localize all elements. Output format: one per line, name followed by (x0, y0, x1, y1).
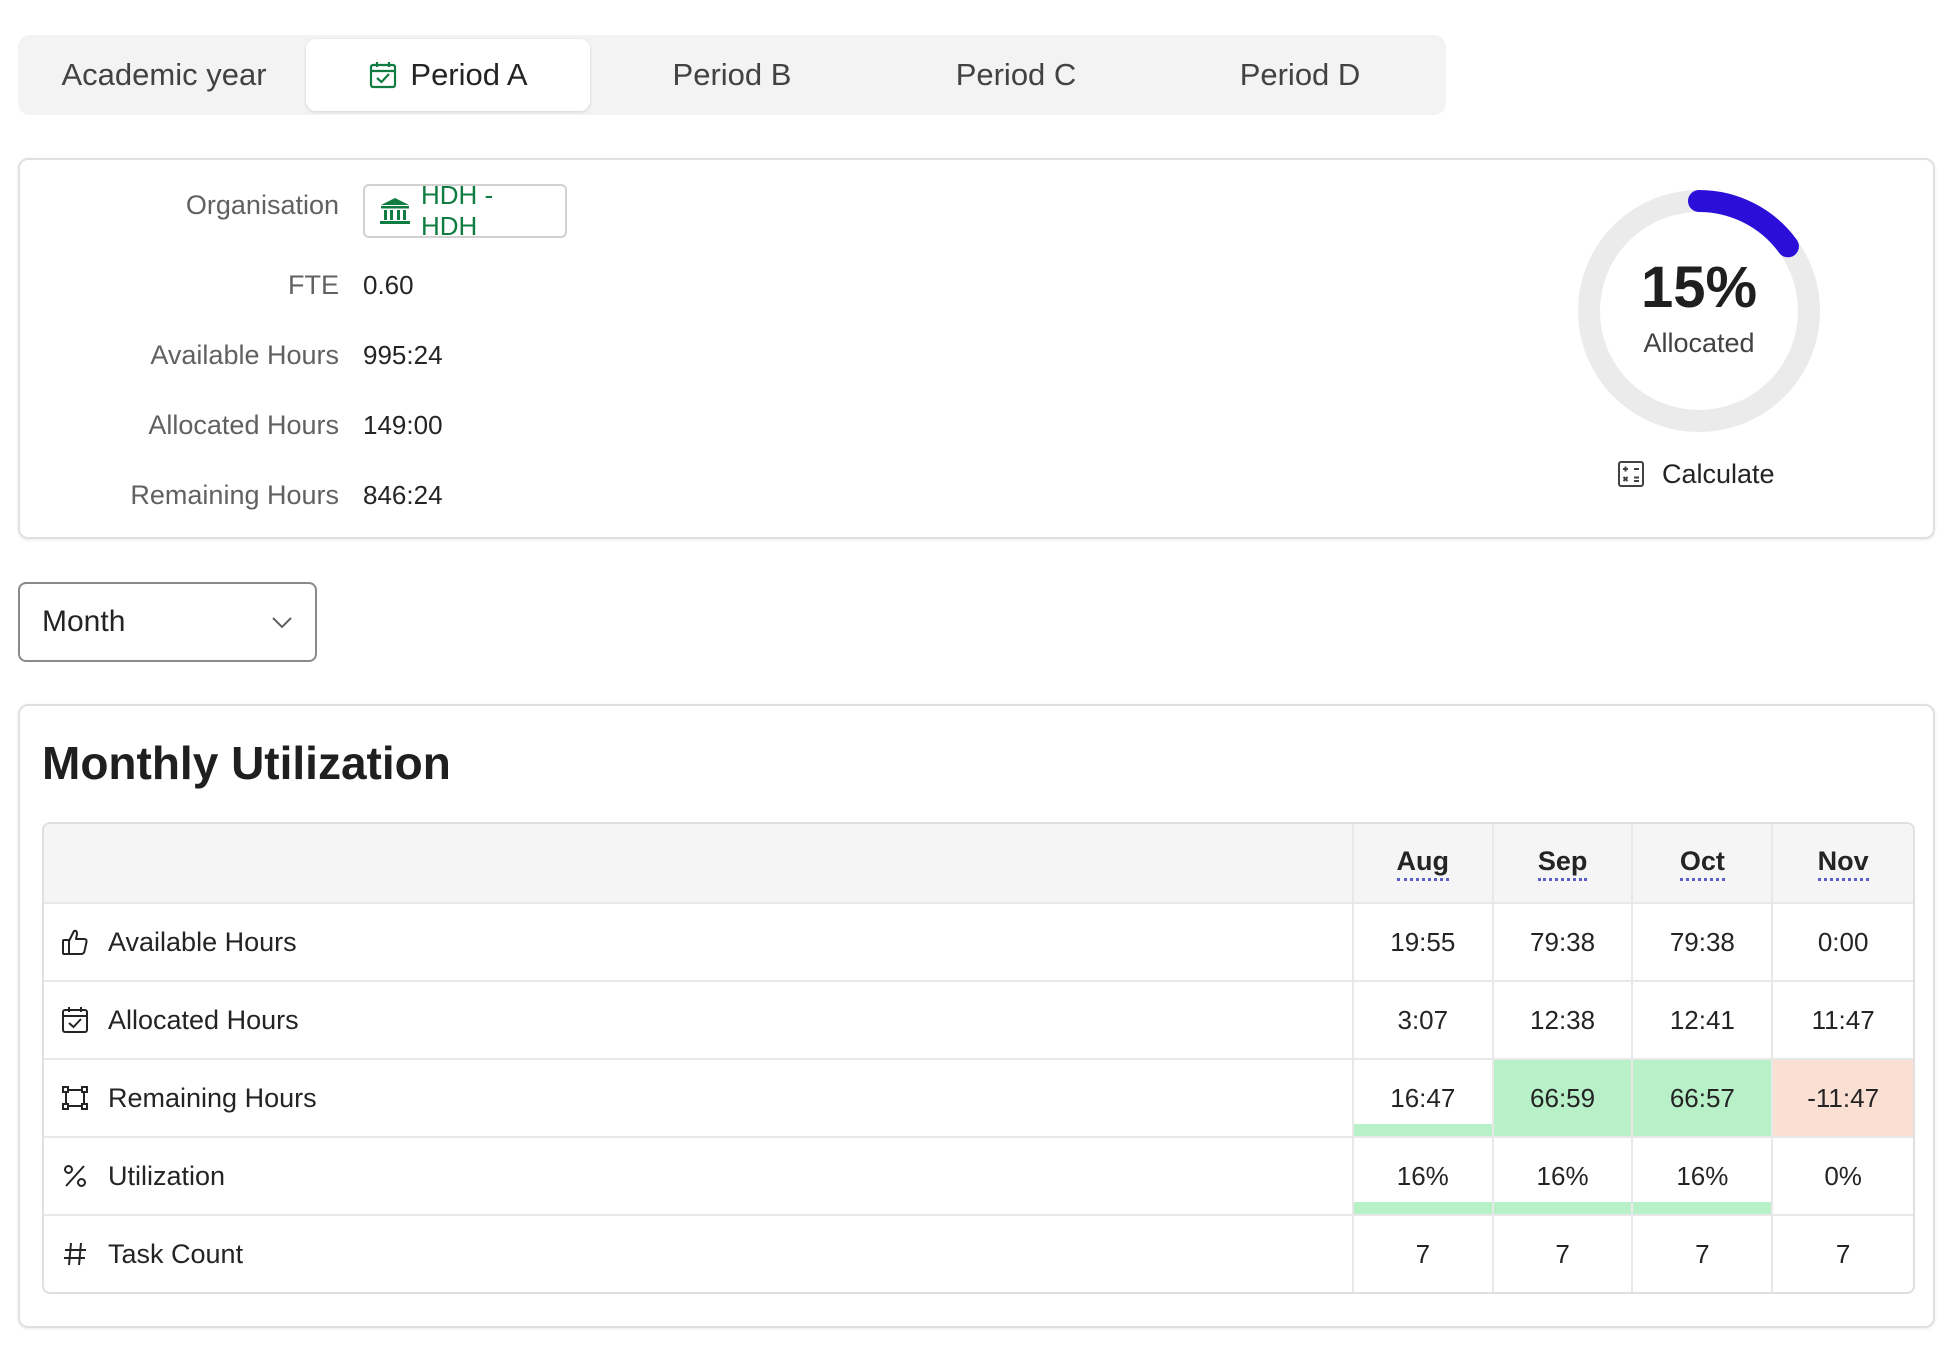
header-label-cell (44, 824, 1354, 902)
month-header-nov[interactable]: Nov (1773, 824, 1913, 902)
table-header-row: Aug Sep Oct Nov (44, 824, 1913, 902)
fte-value: 0.60 (363, 270, 414, 300)
monthly-utilization-card: Monthly Utilization Aug Sep Oct Nov Avai… (18, 704, 1935, 1328)
organisation-value: HDH - HDH (421, 180, 494, 241)
fte-label: FTE (288, 270, 339, 300)
tab-period-d[interactable]: Period D (1158, 39, 1442, 111)
table-row: Utilization 16% 16% 16% 0% (44, 1136, 1913, 1214)
granularity-selected: Month (42, 605, 126, 638)
row-label-available-hours: Available Hours (44, 904, 1354, 980)
row-label-remaining-hours: Remaining Hours (44, 1060, 1354, 1136)
thumbs-up-icon (60, 927, 90, 957)
month-header-oct[interactable]: Oct (1633, 824, 1774, 902)
cell-allocated-aug: 3:07 (1354, 982, 1494, 1058)
allocated-label: Allocated (1643, 328, 1755, 358)
cell-utilization-sep: 16% (1493, 1138, 1634, 1214)
cell-available-oct: 79:38 (1633, 904, 1774, 980)
calculate-button[interactable]: Calculate (1616, 452, 1775, 496)
cell-remaining-sep: 66:59 (1493, 1060, 1634, 1136)
period-summary-card: Organisation HDH - HDH FTE 0.60 Availabl… (18, 158, 1935, 539)
available-hours-label: Available Hours (150, 340, 339, 370)
remaining-hours-value: 846:24 (363, 480, 443, 510)
row-label-allocated-hours: Allocated Hours (44, 982, 1354, 1058)
granularity-dropdown[interactable]: Month (18, 582, 317, 662)
cell-utilization-aug: 16% (1353, 1138, 1494, 1214)
allocated-percent: 15% (1640, 255, 1758, 320)
cell-allocated-oct: 12:41 (1633, 982, 1774, 1058)
calculator-icon (1616, 459, 1646, 489)
tab-academic-year[interactable]: Academic year (22, 39, 306, 111)
tab-label: Period D (1239, 57, 1361, 92)
table-row: Allocated Hours 3:07 12:38 12:41 11:47 (44, 980, 1913, 1058)
utilization-bar (1353, 1202, 1492, 1214)
remaining-bar (1353, 1124, 1492, 1136)
month-header-aug[interactable]: Aug (1354, 824, 1494, 902)
remaining-hours-label: Remaining Hours (130, 480, 339, 510)
cell-taskcount-oct: 7 (1633, 1216, 1774, 1292)
cell-remaining-aug: 16:47 (1353, 1060, 1494, 1136)
cell-taskcount-sep: 7 (1494, 1216, 1634, 1292)
tab-label: Academic year (61, 57, 267, 92)
cell-available-aug: 19:55 (1354, 904, 1494, 980)
chevron-down-icon (269, 609, 295, 635)
row-label-task-count: Task Count (44, 1216, 1354, 1292)
table-row: Available Hours 19:55 79:38 79:38 0:00 (44, 902, 1913, 980)
tab-label: Period B (672, 57, 792, 92)
cell-remaining-nov: -11:47 (1773, 1060, 1913, 1136)
utilization-title: Monthly Utilization (42, 737, 451, 789)
cell-taskcount-aug: 7 (1354, 1216, 1494, 1292)
calendar-check-icon (60, 1005, 90, 1035)
organisation-badge[interactable]: HDH - HDH (363, 180, 567, 241)
tab-period-c[interactable]: Period C (874, 39, 1158, 111)
cell-remaining-oct: 66:57 (1633, 1060, 1774, 1136)
number-symbol-icon (60, 1239, 90, 1269)
cell-utilization-nov: 0% (1824, 1160, 1862, 1191)
cell-available-sep: 79:38 (1494, 904, 1634, 980)
cell-utilization-oct: 16% (1633, 1138, 1774, 1214)
utilization-bar (1633, 1202, 1772, 1214)
tab-label: Period A (410, 57, 528, 92)
cell-taskcount-nov: 7 (1835, 1238, 1851, 1269)
allocated-hours-label: Allocated Hours (148, 410, 339, 440)
cell-allocated-sep: 12:38 (1494, 982, 1634, 1058)
utilization-bar (1493, 1202, 1632, 1214)
month-header-sep[interactable]: Sep (1494, 824, 1634, 902)
organisation-label: Organisation (185, 190, 339, 220)
table-row: Task Count 7 7 7 7 (44, 1214, 1913, 1292)
available-hours-value: 995:24 (363, 340, 443, 370)
period-tab-list: Academic year Period A Period B Period C… (18, 35, 1446, 115)
percent-icon (60, 1161, 90, 1191)
cell-available-nov: 0:00 (1817, 926, 1869, 957)
tab-label: Period C (955, 57, 1077, 92)
tab-period-a[interactable]: Period A (306, 39, 590, 111)
resize-frame-icon (60, 1083, 90, 1113)
cell-allocated-nov: 11:47 (1811, 1004, 1875, 1035)
calculate-label: Calculate (1662, 458, 1775, 489)
row-label-utilization: Utilization (44, 1138, 1354, 1214)
building-bank-icon (379, 196, 411, 226)
calendar-check-icon (368, 60, 398, 90)
utilization-table: Aug Sep Oct Nov Available Hours 19:55 79… (42, 822, 1915, 1294)
table-row: Remaining Hours 16:47 66:59 66:57 -11:47 (44, 1058, 1913, 1136)
allocated-hours-value: 149:00 (363, 410, 443, 440)
tab-period-b[interactable]: Period B (590, 39, 874, 111)
